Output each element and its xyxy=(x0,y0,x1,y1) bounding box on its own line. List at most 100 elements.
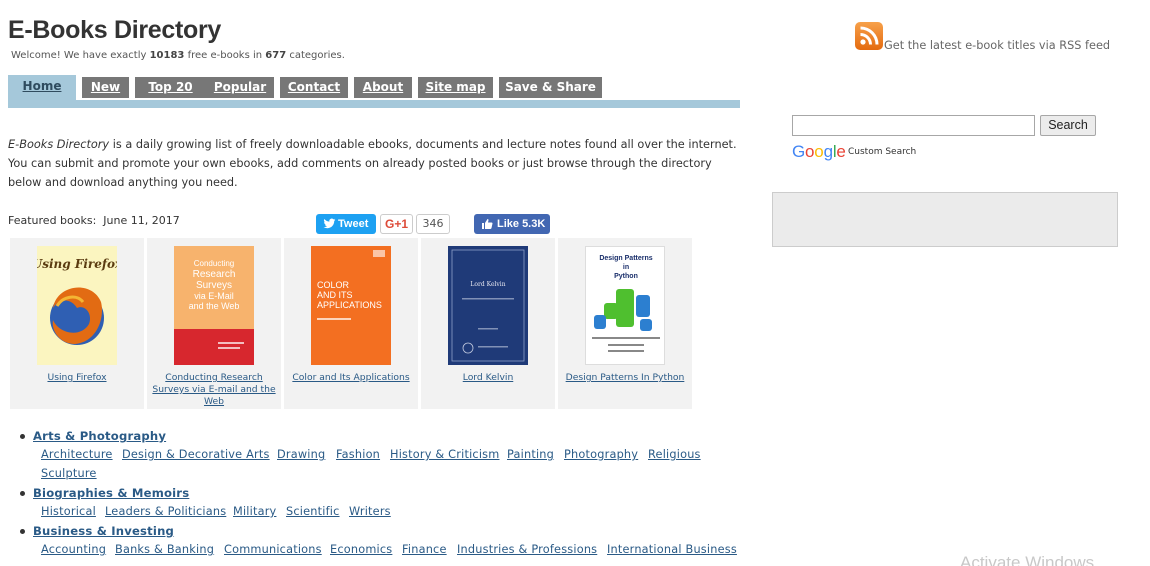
subcategory-link[interactable]: Communications xyxy=(224,543,322,556)
book-cover-using-firefox[interactable]: Using Firefox xyxy=(37,246,117,365)
subcategory-link[interactable]: Sculpture xyxy=(41,467,97,480)
bullet xyxy=(20,434,25,439)
search-input[interactable] xyxy=(792,115,1035,136)
subcategory-link[interactable]: Religious xyxy=(648,448,701,461)
facebook-like-button[interactable]: Like 5.3K xyxy=(474,214,550,234)
google-letter: o xyxy=(814,142,824,161)
thumbs-up-icon xyxy=(482,219,493,229)
rss-feed-link[interactable]: Get the latest e-book titles via RSS fee… xyxy=(884,39,1110,52)
tab-contact[interactable]: Contact xyxy=(280,77,348,98)
category-arts-photography: Arts & Photography Architecture Design &… xyxy=(20,428,760,485)
svg-text:COLOR: COLOR xyxy=(317,280,350,290)
svg-text:Design Patterns: Design Patterns xyxy=(599,255,652,262)
rss-feed-icon[interactable] xyxy=(855,22,883,50)
bullet xyxy=(20,491,25,496)
site-title[interactable]: E-Books Directory xyxy=(8,16,221,45)
svg-text:Research: Research xyxy=(193,269,236,280)
nav-underline-bar xyxy=(8,100,740,108)
book-cover-conducting-research[interactable]: Conducting Research Surveys via E-Mail a… xyxy=(174,246,254,365)
svg-text:in: in xyxy=(623,264,629,271)
book-cover-design-patterns[interactable]: Design Patterns in Python xyxy=(585,246,665,365)
category-link[interactable]: Business & Investing xyxy=(33,524,174,538)
subcategory-link[interactable]: Design & Decorative Arts xyxy=(122,448,270,461)
book-card: Design Patterns in Python Design Pattern… xyxy=(558,238,692,409)
like-label: Like 5.3K xyxy=(497,218,546,230)
book-cover-color-applications[interactable]: COLOR AND ITS APPLICATIONS xyxy=(311,246,391,365)
subcategory-link[interactable]: Accounting xyxy=(41,543,106,556)
subcategory-link[interactable]: Architecture xyxy=(41,448,113,461)
tab-popular[interactable]: Popular xyxy=(206,77,274,98)
featured-label: Featured books: June 11, 2017 xyxy=(8,214,180,227)
book-card: COLOR AND ITS APPLICATIONS Color and Its… xyxy=(284,238,418,409)
book-card: Using Firefox Using Firefox xyxy=(10,238,144,409)
kelvin-cover-art: Lord Kelvin xyxy=(451,249,525,362)
custom-search-label: Custom Search xyxy=(848,147,917,157)
gplus-button[interactable]: G+1 xyxy=(380,214,413,234)
subcategory-link[interactable]: History & Criticism xyxy=(390,448,499,461)
book-title-conducting-research[interactable]: Conducting Research Surveys via E-mail an… xyxy=(147,372,281,408)
google-letter: g xyxy=(823,142,833,161)
subcategory-link[interactable]: Scientific xyxy=(286,505,340,518)
book-cover-lord-kelvin[interactable]: Lord Kelvin xyxy=(448,246,528,365)
book-title-lord-kelvin[interactable]: Lord Kelvin xyxy=(421,372,555,384)
subcategory-link[interactable]: Industries & Professions xyxy=(457,543,597,556)
intro-site-name: E-Books Directory xyxy=(8,138,110,151)
tab-save-share[interactable]: Save & Share xyxy=(499,77,602,98)
google-letter: o xyxy=(805,142,815,161)
rss-icon xyxy=(860,26,879,45)
svg-text:Python: Python xyxy=(614,273,638,280)
firefox-cover-art: Using Firefox xyxy=(37,257,117,345)
bullet xyxy=(20,529,25,534)
svg-text:APPLICATIONS: APPLICATIONS xyxy=(317,300,382,310)
subcategory-link[interactable]: Photography xyxy=(564,448,638,461)
ebook-count: 10183 xyxy=(149,50,185,61)
tab-top-20[interactable]: Top 20 xyxy=(135,77,206,98)
tweet-button[interactable]: Tweet xyxy=(316,214,376,234)
gplus-count: 346 xyxy=(416,214,450,234)
category-biographies-memoirs: Biographies & Memoirs Historical Leaders… xyxy=(20,485,760,523)
svg-text:Surveys: Surveys xyxy=(196,280,232,291)
category-link[interactable]: Arts & Photography xyxy=(33,429,166,443)
tab-new[interactable]: New xyxy=(82,77,129,98)
subcategory-link[interactable]: Painting xyxy=(507,448,554,461)
search-button[interactable]: Search xyxy=(1040,115,1096,136)
subcategory-link[interactable]: International Business xyxy=(607,543,737,556)
book-title-color-applications[interactable]: Color and Its Applications xyxy=(284,372,418,384)
intro-text: E-Books Directory is a daily growing lis… xyxy=(8,138,737,189)
subcategory-link[interactable]: Military xyxy=(233,505,276,518)
twitter-bird-icon xyxy=(323,218,336,229)
featured-date: June 11, 2017 xyxy=(103,214,180,227)
subcategory-link[interactable]: Historical xyxy=(41,505,96,518)
book-card: Conducting Research Surveys via E-Mail a… xyxy=(147,238,281,409)
subcategory-link[interactable]: Leaders & Politicians xyxy=(105,505,226,518)
subcategory-link[interactable]: Writers xyxy=(349,505,391,518)
design-patterns-cover-art: Design Patterns in Python xyxy=(592,255,660,352)
subcategory-link[interactable]: Economics xyxy=(330,543,392,556)
tab-site-map[interactable]: Site map xyxy=(418,77,493,98)
svg-text:via E-Mail: via E-Mail xyxy=(194,291,234,301)
subcategory-link[interactable]: Drawing xyxy=(277,448,325,461)
svg-text:and the Web: and the Web xyxy=(189,301,240,311)
activate-windows-watermark: Activate Windows xyxy=(960,553,1095,566)
book-title-design-patterns[interactable]: Design Patterns In Python xyxy=(558,372,692,384)
tab-about[interactable]: About xyxy=(354,77,412,98)
google-letter: e xyxy=(836,142,846,161)
subcategory-link[interactable]: Finance xyxy=(402,543,447,556)
svg-text:Conducting: Conducting xyxy=(194,259,234,268)
subcategory-link[interactable]: Banks & Banking xyxy=(115,543,214,556)
google-letter: G xyxy=(792,142,806,161)
google-logo: Google xyxy=(792,142,846,162)
svg-text:AND ITS: AND ITS xyxy=(317,290,353,300)
category-link[interactable]: Biographies & Memoirs xyxy=(33,486,189,500)
welcome-text: Welcome! We have exactly 10183 free e-bo… xyxy=(11,50,345,61)
ad-placeholder xyxy=(772,192,1118,247)
tab-home[interactable]: Home xyxy=(8,75,76,108)
category-business-investing: Business & Investing Accounting Banks & … xyxy=(20,523,760,566)
main-nav: Home New Top 20 Popular Contact About Si… xyxy=(8,75,740,108)
tweet-label: Tweet xyxy=(338,218,369,230)
book-title-using-firefox[interactable]: Using Firefox xyxy=(10,372,144,384)
subcategory-link[interactable]: Fashion xyxy=(336,448,380,461)
color-cover-art: COLOR AND ITS APPLICATIONS xyxy=(317,250,385,320)
book-card: Lord Kelvin Lord Kelvin xyxy=(421,238,555,409)
research-cover-art: Conducting Research Surveys via E-Mail a… xyxy=(174,246,254,365)
